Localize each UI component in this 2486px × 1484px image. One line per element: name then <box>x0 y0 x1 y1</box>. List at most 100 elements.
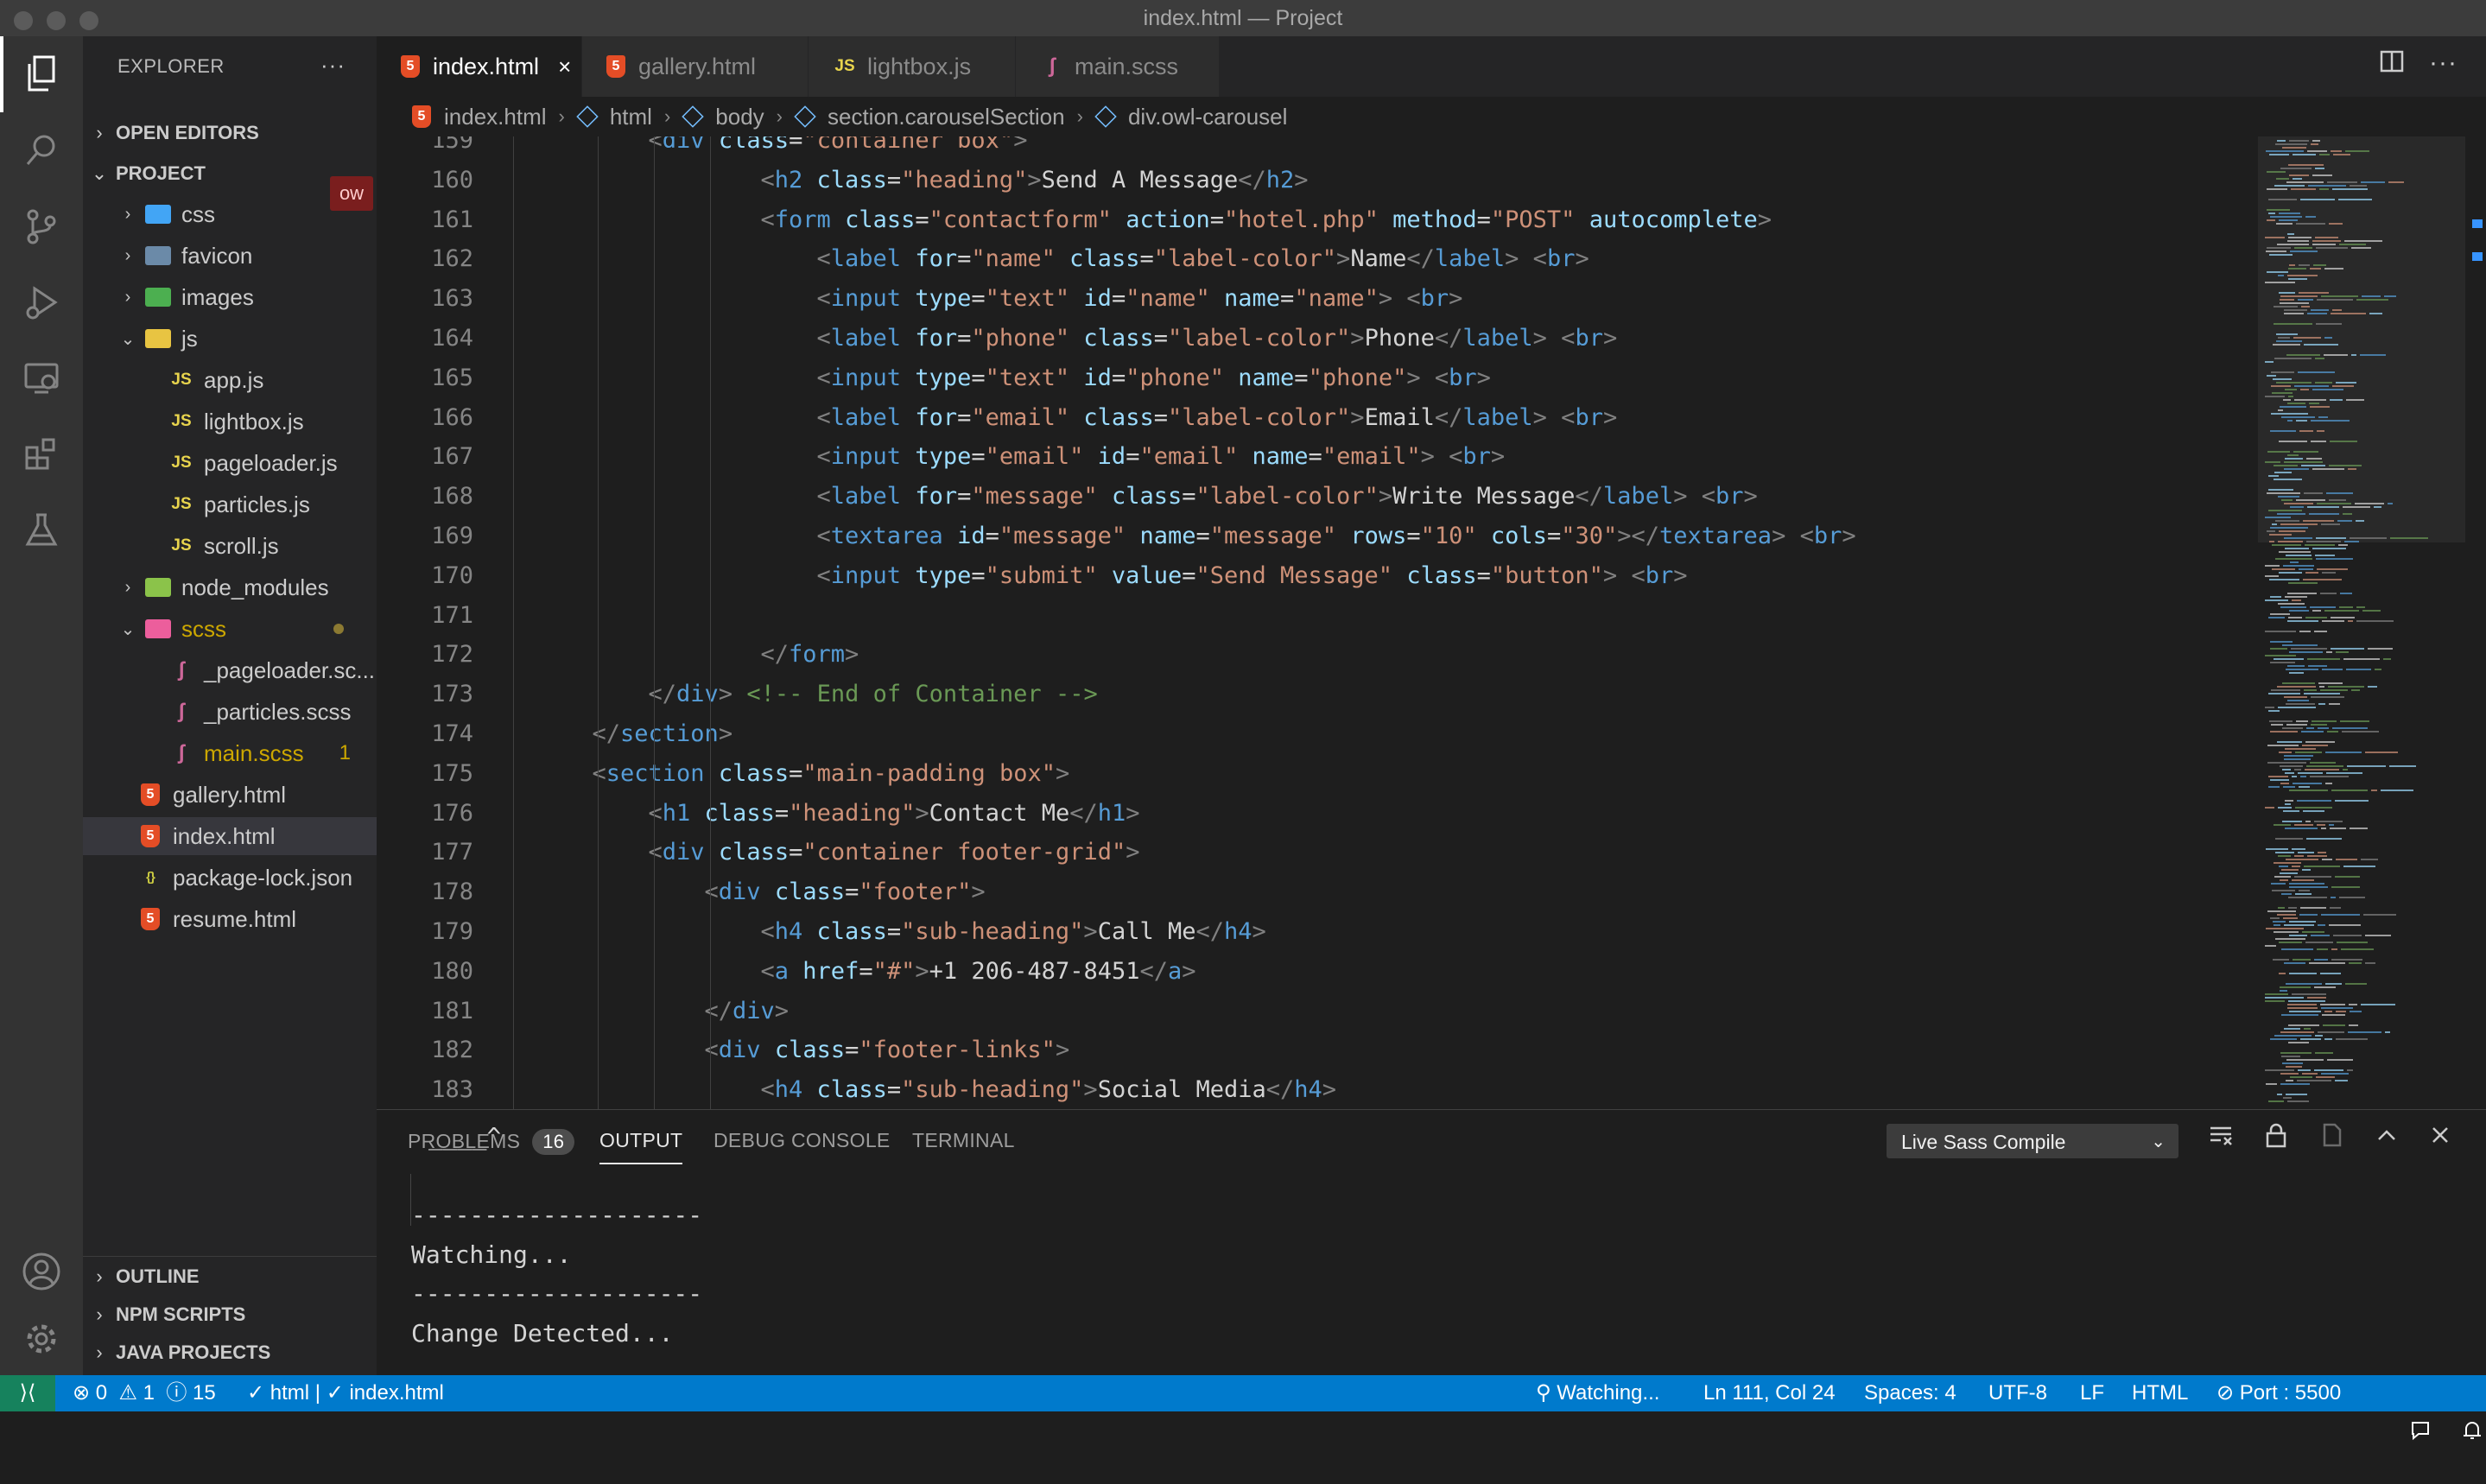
explorer-icon[interactable] <box>0 36 83 112</box>
code-line[interactable]: <label for="email" class="label-color">E… <box>817 398 1618 438</box>
code-line[interactable]: </div> <box>705 992 790 1031</box>
code-line[interactable]: <div class="container box"> <box>649 136 1028 161</box>
minimap-line <box>2299 568 2313 570</box>
tree-item-favicon[interactable]: › favicon <box>83 237 377 275</box>
minimap[interactable] <box>2258 136 2465 1109</box>
close-icon[interactable]: × <box>558 54 571 80</box>
code-line[interactable]: <input type="text" id="phone" name="phon… <box>817 358 1491 398</box>
settings-gear-icon[interactable] <box>0 1301 83 1377</box>
feedback-icon[interactable] <box>2386 1375 2432 1484</box>
npm-scripts-section[interactable]: › NPM SCRIPTS <box>83 1296 377 1334</box>
tab-lightbox-js[interactable]: JS lightbox.js <box>809 36 1016 97</box>
search-icon[interactable] <box>0 112 83 188</box>
breadcrumb-file[interactable]: index.html <box>444 104 547 130</box>
account-icon[interactable] <box>0 1233 83 1310</box>
remote-explorer-icon[interactable] <box>0 340 83 416</box>
more-actions-icon[interactable]: ··· <box>320 52 346 79</box>
code-line[interactable]: <a href="#">+1 206-487-8451</a> <box>761 952 1196 992</box>
code-editor[interactable]: 159 <div class="container box"> 160 <h2 cla… <box>377 136 2486 1109</box>
code-line[interactable]: <label for="phone" class="label-color">P… <box>817 319 1618 358</box>
java-projects-section[interactable]: › JAVA PROJECTS <box>83 1334 377 1372</box>
minimap-line <box>2311 935 2330 936</box>
tree-item-scroll-js[interactable]: JS scroll.js <box>83 527 377 565</box>
more-actions-icon[interactable]: ··· <box>2429 48 2457 78</box>
tree-item-scss[interactable]: ⌄ scss <box>83 610 377 648</box>
live-server-port-status[interactable]: ⊘ Port : 5500 <box>2216 1375 2341 1411</box>
minimap-line <box>2346 669 2371 670</box>
code-line[interactable]: <label for="message" class="label-color"… <box>817 477 1758 517</box>
tab-debug-console[interactable]: DEBUG CONSOLE <box>713 1129 891 1152</box>
cursor-position[interactable]: Ln 111, Col 24 <box>1703 1375 1836 1411</box>
code-line[interactable]: <input type="text" id="name" name="name"… <box>817 279 1463 319</box>
run-debug-icon[interactable] <box>0 264 83 340</box>
minimap-line <box>2303 579 2342 580</box>
outline-section[interactable]: › OUTLINE <box>83 1258 377 1296</box>
open-log-file-icon[interactable] <box>2318 1122 2344 1154</box>
tree-item-resume-html[interactable]: 5 resume.html <box>83 900 377 938</box>
tree-item-js[interactable]: ⌄ js <box>83 320 377 358</box>
tree-item-particles-js[interactable]: JS particles.js <box>83 485 377 523</box>
language-check-status[interactable]: ✓ html | ✓ index.html <box>247 1375 444 1411</box>
tab-terminal[interactable]: TERMINAL <box>912 1129 1015 1152</box>
maximize-panel-icon[interactable] <box>2374 1122 2400 1154</box>
code-line[interactable]: </div> <!-- End of Container --> <box>649 675 1098 714</box>
tree-item--pageloader-sc[interactable]: ʃ _pageloader.sc... <box>83 651 377 689</box>
minimap-line <box>2343 513 2352 515</box>
code-line[interactable]: <input type="submit" value="Send Message… <box>817 556 1688 596</box>
code-line[interactable]: <form class="contactform" action="hotel.… <box>761 200 1773 240</box>
code-line[interactable]: <div class="container footer-grid"> <box>649 833 1140 872</box>
code-line[interactable]: <h1 class="heading">Contact Me</h1> <box>649 794 1140 834</box>
tree-item-images[interactable]: › images <box>83 278 377 316</box>
encoding-status[interactable]: UTF-8 <box>1988 1375 2047 1411</box>
tree-item-main-scss[interactable]: ʃ main.scss 1 <box>83 734 377 772</box>
problems-status[interactable]: ⊗ 0 ⚠ 1 ⓘ 15 <box>73 1375 216 1411</box>
minimap-line <box>2287 665 2305 667</box>
minimap-line <box>2312 244 2336 245</box>
open-editors-section[interactable]: › OPEN EDITORS <box>83 114 377 152</box>
tab-gallery-html[interactable]: 5 gallery.html <box>582 36 809 97</box>
breadcrumb-html[interactable]: html <box>610 104 652 130</box>
tree-item-index-html[interactable]: 5 index.html <box>83 817 377 855</box>
lock-icon[interactable] <box>2263 1122 2289 1154</box>
remote-indicator-icon[interactable]: ⟩⟨ <box>0 1375 55 1411</box>
code-line[interactable]: <div class="footer"> <box>705 872 986 912</box>
code-line[interactable]: <h2 class="heading">Send A Message</h2> <box>761 161 1309 200</box>
breadcrumb-body[interactable]: body <box>715 104 764 130</box>
code-line[interactable]: </form> <box>761 635 859 675</box>
tab-output[interactable]: OUTPUT <box>599 1129 683 1164</box>
close-panel-icon[interactable] <box>2427 1122 2453 1154</box>
tree-item-gallery-html[interactable]: 5 gallery.html <box>83 776 377 814</box>
code-line[interactable]: <h4 class="sub-heading">Social Media</h4… <box>761 1070 1337 1109</box>
code-line[interactable]: <textarea id="message" name="message" ro… <box>817 517 1856 556</box>
code-line[interactable]: </section> <box>593 714 733 754</box>
code-line[interactable]: <input type="email" id="email" name="ema… <box>817 437 1506 477</box>
language-mode-status[interactable]: HTML <box>2132 1375 2188 1411</box>
breadcrumb-section[interactable]: section.carouselSection <box>828 104 1065 130</box>
tree-item-pageloader-js[interactable]: JS pageloader.js <box>83 444 377 482</box>
code-line[interactable]: <section class="main-padding box"> <box>593 754 1070 794</box>
split-editor-icon[interactable] <box>2379 48 2405 81</box>
output-channel-select[interactable]: Live Sass Compile ⌄ <box>1887 1124 2178 1158</box>
minimap-line <box>2300 199 2335 200</box>
testing-icon[interactable] <box>0 492 83 568</box>
tree-item-package-lock-json[interactable]: {} package-lock.json <box>83 859 377 897</box>
eol-status[interactable]: LF <box>2080 1375 2104 1411</box>
tree-item-lightbox-js[interactable]: JS lightbox.js <box>83 403 377 441</box>
notifications-bell-icon[interactable] <box>2438 1375 2483 1484</box>
source-control-icon[interactable] <box>0 188 83 264</box>
tab-main-scss[interactable]: ʃ main.scss <box>1016 36 1220 97</box>
indentation-status[interactable]: Spaces: 4 <box>1864 1375 1956 1411</box>
extensions-icon[interactable] <box>0 416 83 492</box>
minimap-line <box>2310 762 2336 764</box>
code-line[interactable]: <h4 class="sub-heading">Call Me</h4> <box>761 912 1266 952</box>
tab-index-html[interactable]: 5 index.html × <box>377 36 582 97</box>
sass-watching-status[interactable]: ⚲ Watching... <box>1536 1375 1659 1411</box>
editor-scrollbar[interactable] <box>2469 136 2486 1109</box>
tree-item--particles-scss[interactable]: ʃ _particles.scss <box>83 693 377 731</box>
clear-output-icon[interactable] <box>2208 1122 2234 1154</box>
tree-item-app-js[interactable]: JS app.js <box>83 361 377 399</box>
code-line[interactable]: <label for="name" class="label-color">Na… <box>817 239 1589 279</box>
code-line[interactable]: <div class="footer-links"> <box>705 1031 1070 1070</box>
tree-item-node-modules[interactable]: › node_modules <box>83 568 377 606</box>
breadcrumb-div[interactable]: div.owl-carousel <box>1128 104 1287 130</box>
